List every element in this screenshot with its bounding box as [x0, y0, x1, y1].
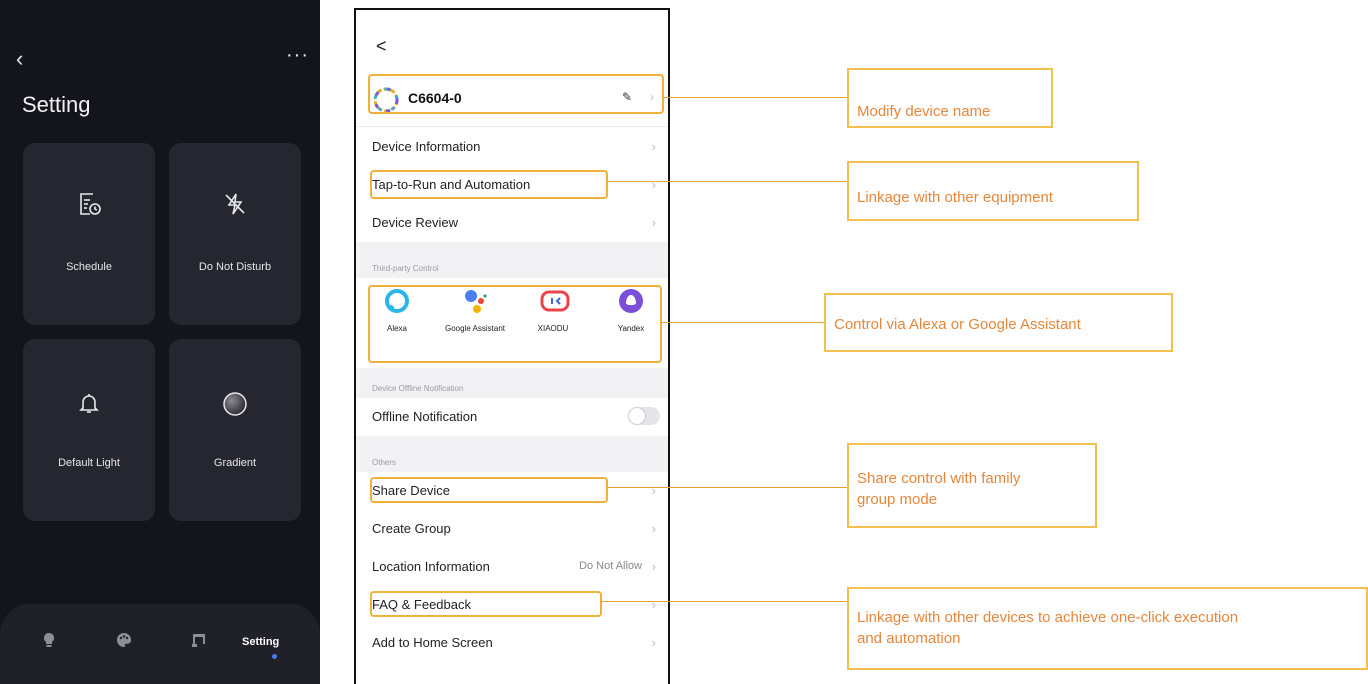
section-header: Others: [372, 458, 397, 467]
toggle-knob: [629, 408, 645, 424]
default-light-tile[interactable]: Default Light: [23, 339, 155, 521]
offline-notification-row: Offline Notification: [356, 398, 668, 436]
highlight-assistants: [368, 285, 662, 363]
callout-share-control: Share control with family group mode: [847, 443, 1097, 528]
callout-text: and automation: [857, 630, 961, 647]
highlight-share-device: [370, 477, 608, 503]
schedule-tile[interactable]: Schedule: [23, 143, 155, 325]
callout-control-alexa: Control via Alexa or Google Assistant: [824, 293, 1173, 352]
back-button[interactable]: <: [376, 36, 387, 57]
leader-line: [606, 487, 848, 488]
bell-icon: [23, 391, 155, 415]
music-icon[interactable]: [192, 632, 206, 653]
callout-text: group mode: [857, 491, 938, 508]
more-options-button[interactable]: ···: [286, 44, 309, 67]
tile-label: Gradient: [213, 457, 257, 469]
chevron-right-icon: ›: [651, 559, 656, 574]
section-header: Device Offline Notification: [372, 384, 464, 393]
dark-setting-screen: ‹ ··· Setting Schedule Do Not Disturb De…: [0, 0, 320, 684]
section-header: Third-party Control: [372, 264, 439, 273]
location-information-row[interactable]: Location Information Do Not Allow ›: [356, 548, 668, 586]
callout-text: Control via Alexa or Google Assistant: [834, 316, 1081, 333]
page-title: Setting: [22, 92, 91, 117]
row-label: Device Review: [372, 215, 458, 230]
chevron-right-icon: ›: [651, 635, 656, 650]
callout-linkage-devices: Linkage with other devices to achieve on…: [847, 587, 1368, 670]
section-third-party: Third-party Control: [356, 242, 668, 278]
bottom-tab-bar: Setting: [0, 604, 320, 684]
callout-modify-name: Modify device name: [847, 68, 1053, 128]
device-review-row[interactable]: Device Review ›: [356, 204, 668, 242]
section-offline: Device Offline Notification: [356, 368, 668, 398]
palette-icon[interactable]: [116, 632, 132, 653]
row-label: Offline Notification: [372, 409, 478, 424]
chevron-right-icon: ›: [651, 177, 656, 192]
callout-text: Modify device name: [857, 103, 991, 120]
divider: [356, 126, 668, 127]
active-tab-indicator: [272, 654, 277, 659]
chevron-right-icon: ›: [651, 139, 656, 154]
row-label: Add to Home Screen: [372, 635, 493, 650]
offline-notification-toggle[interactable]: [628, 407, 660, 425]
tile-label: Schedule: [66, 261, 112, 273]
device-settings-screen: < C6604-0 ✎ › Device Information › Tap-t…: [354, 8, 670, 684]
row-label: Device Information: [372, 139, 481, 154]
do-not-disturb-tile[interactable]: Do Not Disturb: [169, 143, 301, 325]
chevron-right-icon: ›: [651, 597, 656, 612]
callout-linkage-equipment: Linkage with other equipment: [847, 161, 1139, 221]
callout-text: Share control with family: [857, 470, 1021, 487]
highlight-tap-to-run: [370, 170, 608, 199]
add-to-home-row[interactable]: Add to Home Screen ›: [356, 624, 668, 662]
gradient-tile[interactable]: Gradient: [169, 339, 301, 521]
callout-text: Linkage with other equipment: [857, 189, 1053, 206]
chevron-right-icon: ›: [651, 215, 656, 230]
section-others: Others: [356, 436, 668, 472]
highlight-faq-feedback: [370, 591, 602, 617]
location-permission-value: Do Not Allow: [579, 560, 642, 572]
device-information-row[interactable]: Device Information ›: [356, 128, 668, 166]
create-group-row[interactable]: Create Group ›: [356, 510, 668, 548]
tab-setting[interactable]: Setting: [242, 636, 279, 648]
back-button[interactable]: ‹: [16, 46, 23, 72]
chevron-right-icon: ›: [651, 483, 656, 498]
callout-text: Linkage with other devices to achieve on…: [857, 609, 1239, 626]
leader-line: [663, 97, 848, 98]
do-not-disturb-icon: [169, 191, 301, 217]
leader-line: [660, 322, 825, 323]
leader-line: [600, 601, 848, 602]
tile-label: Do Not Disturb: [198, 261, 272, 273]
leader-line: [606, 181, 848, 182]
bulb-icon[interactable]: [42, 632, 56, 653]
schedule-icon: [23, 191, 155, 217]
row-label: Location Information: [372, 559, 490, 574]
highlight-device-name: [368, 74, 664, 114]
tile-label: Default Light: [58, 457, 120, 469]
gradient-circle-icon: [169, 391, 301, 417]
chevron-right-icon: ›: [651, 521, 656, 536]
row-label: Create Group: [372, 521, 451, 536]
